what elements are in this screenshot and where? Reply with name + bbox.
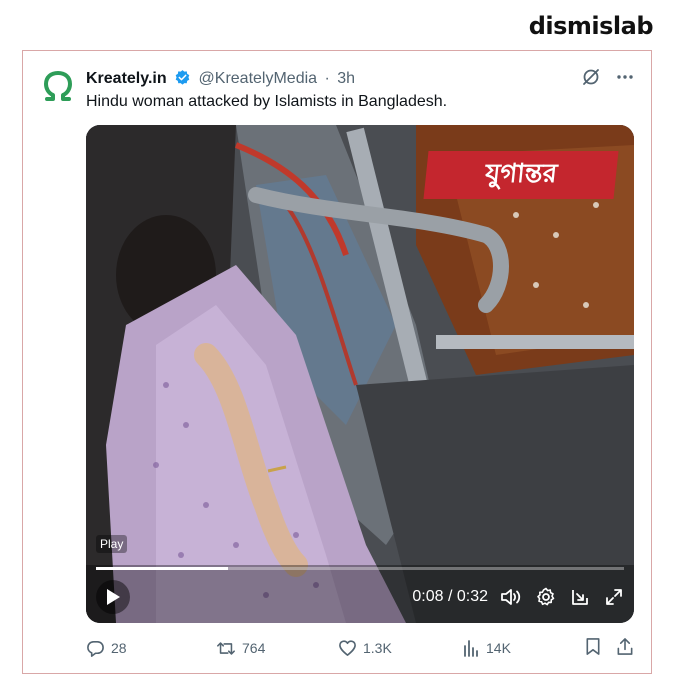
separator: ·	[324, 70, 330, 87]
video-player[interactable]: যুগান্তর Play 0:08 / 0:32	[86, 125, 634, 623]
reply-count: 28	[111, 640, 127, 656]
tweet-top-actions	[581, 67, 635, 92]
video-controls: 0:08 / 0:32	[86, 571, 634, 623]
repost-icon	[217, 641, 235, 655]
timestamp[interactable]: 3h	[337, 70, 355, 87]
like-button[interactable]: 1.3K	[338, 639, 462, 657]
verified-icon	[174, 69, 191, 91]
avatar[interactable]	[37, 67, 79, 109]
bookmark-icon[interactable]	[584, 637, 602, 659]
play-button[interactable]	[96, 580, 130, 614]
more-icon[interactable]	[615, 67, 635, 92]
time-display: 0:08 / 0:32	[412, 588, 488, 605]
reply-icon	[87, 640, 104, 657]
tweet-card: Kreately.in @KreatelyMedia · 3h Hindu wo	[22, 50, 652, 674]
video-progress-fill	[96, 567, 228, 570]
omega-logo-icon	[44, 71, 72, 101]
tweet-end-actions	[584, 637, 634, 659]
play-icon	[107, 589, 120, 605]
share-icon[interactable]	[616, 637, 634, 659]
fullscreen-icon[interactable]	[604, 587, 624, 607]
views-button[interactable]: 14K	[462, 639, 584, 657]
play-tooltip: Play	[96, 535, 128, 553]
settings-icon[interactable]	[536, 587, 556, 607]
views-count: 14K	[486, 640, 511, 656]
display-name[interactable]: Kreately.in	[86, 70, 167, 87]
video-frame	[86, 125, 634, 623]
tweet-actions: 28 764 1.3K 14K	[86, 637, 634, 659]
volume-icon[interactable]	[500, 587, 522, 607]
pip-icon[interactable]	[570, 587, 590, 607]
tweet-text: Hindu woman attacked by Islamists in Ban…	[86, 93, 448, 110]
handle[interactable]: @KreatelyMedia	[199, 70, 318, 87]
repost-button[interactable]: 764	[216, 639, 338, 658]
grok-icon[interactable]	[581, 67, 601, 92]
tweet-header: Kreately.in @KreatelyMedia · 3h	[86, 69, 355, 91]
brand-logo: dismislab	[528, 12, 654, 40]
views-icon	[464, 640, 478, 657]
news-channel-logo: যুগান্তর	[423, 151, 619, 199]
like-icon	[339, 640, 356, 656]
video-progress-bar[interactable]	[96, 567, 624, 570]
like-count: 1.3K	[363, 640, 392, 656]
repost-count: 764	[242, 640, 266, 656]
video-right-controls	[500, 587, 624, 607]
reply-button[interactable]: 28	[86, 639, 216, 658]
